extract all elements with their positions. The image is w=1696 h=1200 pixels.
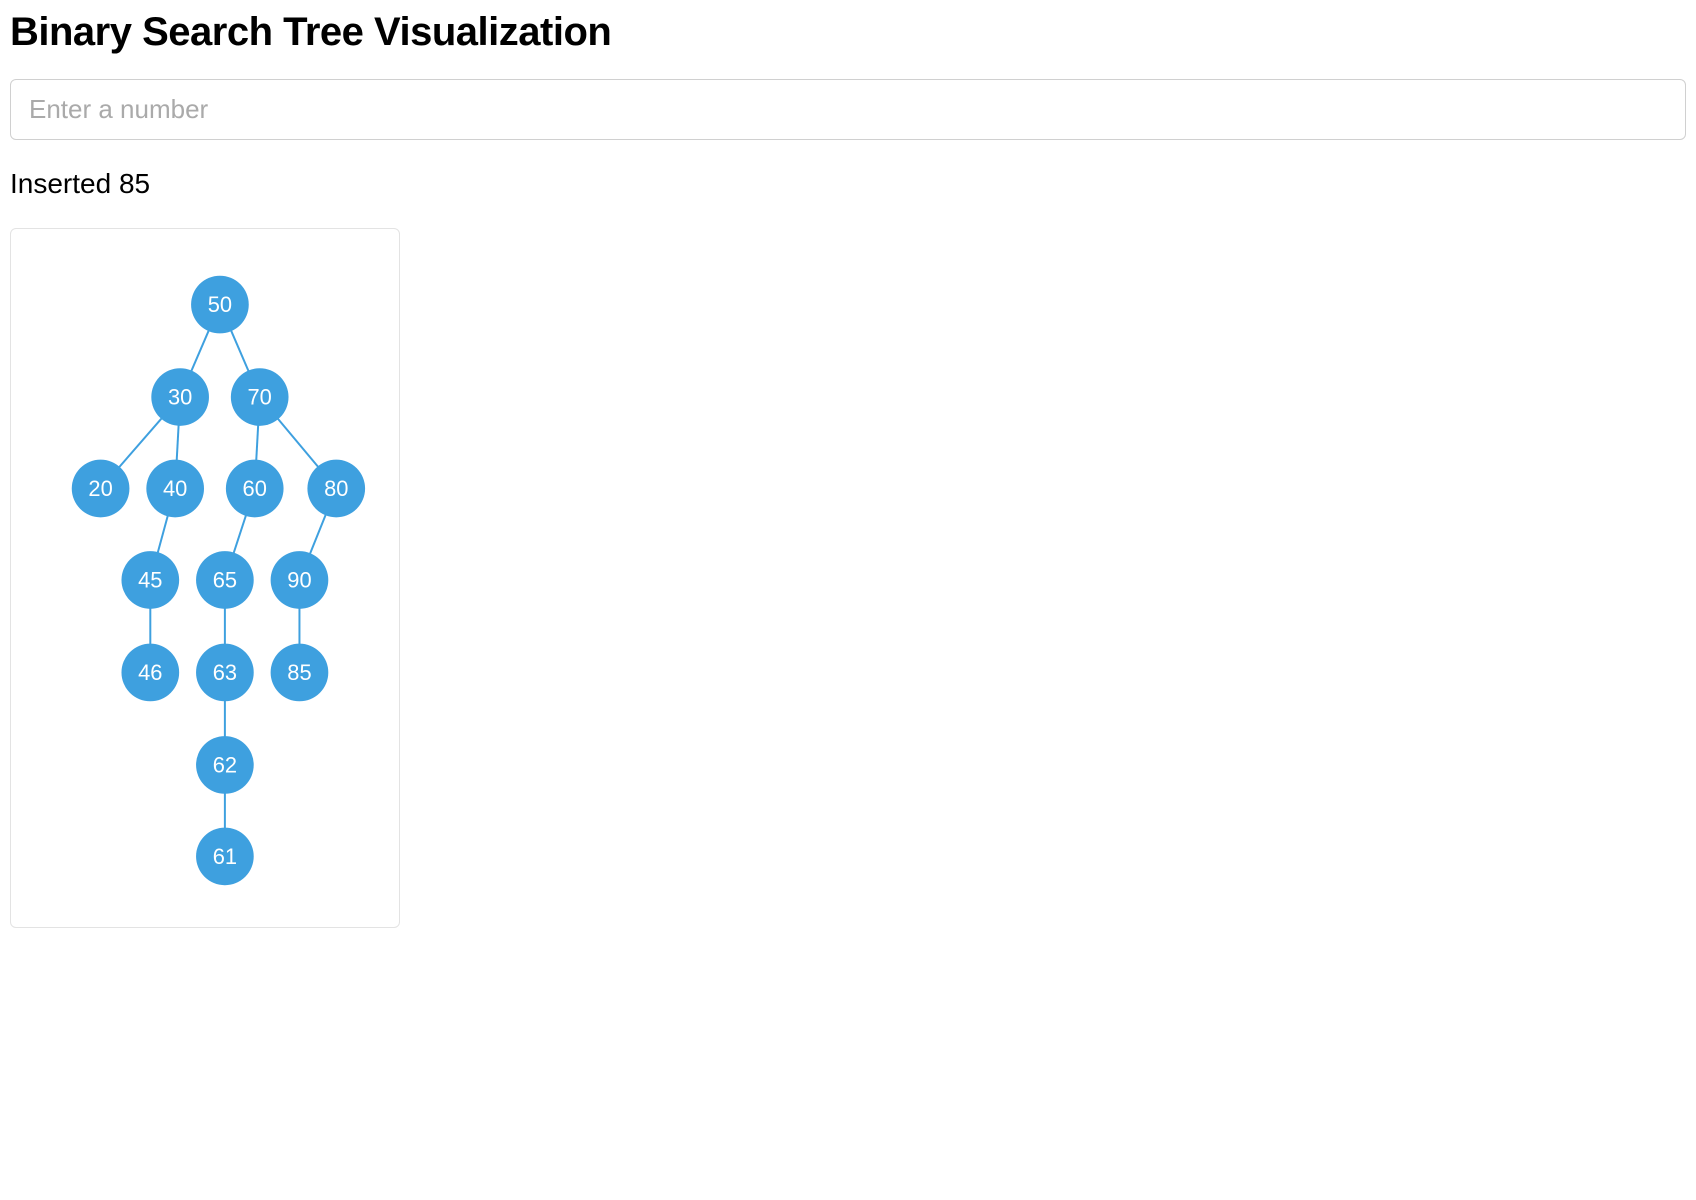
tree-node-value: 20	[88, 476, 112, 501]
tree-node-value: 90	[287, 567, 311, 592]
tree-node: 80	[307, 460, 365, 518]
tree-svg: 50 30 70 20 40 60 80 45 65 90 46 63 85 62 61	[31, 249, 379, 907]
tree-node: 90	[271, 551, 329, 609]
tree-node-value: 60	[243, 476, 267, 501]
tree-node: 62	[196, 736, 254, 794]
tree-node-value: 65	[213, 567, 237, 592]
tree-node-value: 30	[168, 385, 192, 410]
tree-node-value: 40	[163, 476, 187, 501]
tree-node-value: 62	[213, 752, 237, 777]
tree-node: 70	[231, 368, 289, 426]
tree-panel: 50 30 70 20 40 60 80 45 65 90 46 63 85 62 61	[10, 228, 400, 928]
tree-node-value: 63	[213, 660, 237, 685]
tree-node-value: 46	[138, 660, 162, 685]
tree-node-value: 70	[248, 385, 272, 410]
tree-node-value: 50	[208, 292, 232, 317]
tree-node: 65	[196, 551, 254, 609]
tree-node-value: 45	[138, 567, 162, 592]
tree-node: 61	[196, 828, 254, 886]
tree-node: 85	[271, 644, 329, 702]
tree-node-value: 61	[213, 844, 237, 869]
tree-node: 45	[121, 551, 179, 609]
tree-node: 60	[226, 460, 284, 518]
tree-node: 50	[191, 276, 249, 334]
page-title: Binary Search Tree Visualization	[10, 10, 1686, 55]
number-input[interactable]	[10, 79, 1686, 140]
tree-node: 46	[121, 644, 179, 702]
tree-node-value: 80	[324, 476, 348, 501]
tree-node: 30	[151, 368, 209, 426]
tree-node: 63	[196, 644, 254, 702]
tree-node: 20	[72, 460, 130, 518]
status-message: Inserted 85	[10, 168, 1686, 200]
tree-node-value: 85	[287, 660, 311, 685]
tree-node: 40	[146, 460, 204, 518]
